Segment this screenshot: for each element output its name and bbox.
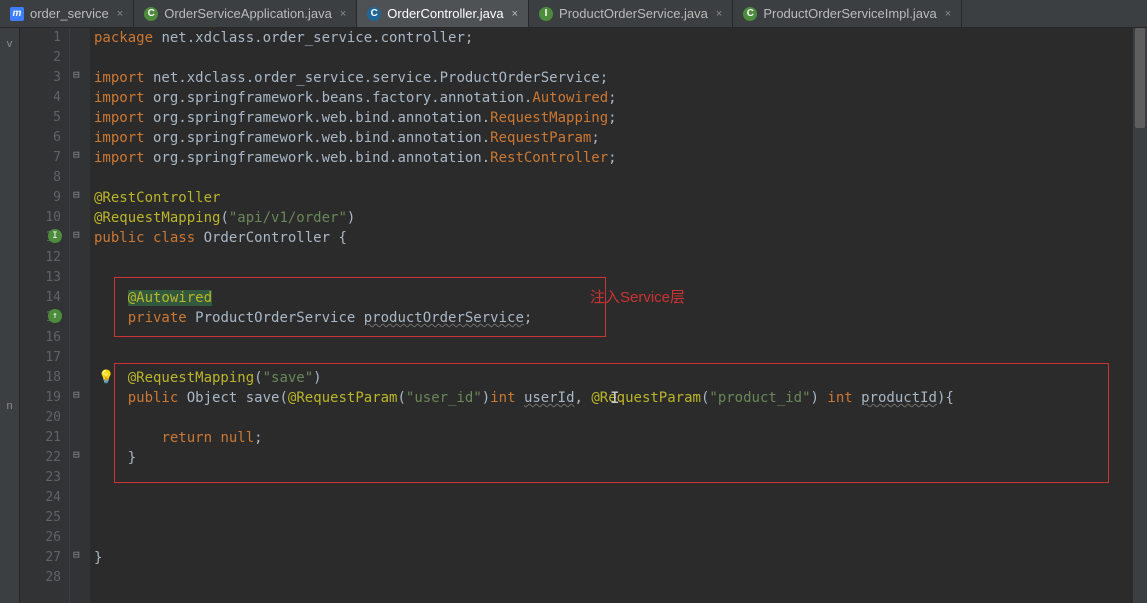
text-cursor-icon: 𝙸: [610, 388, 620, 407]
line-number: 17: [20, 348, 61, 368]
close-icon[interactable]: ×: [512, 8, 518, 20]
code-line: [94, 268, 1129, 288]
code-line: [94, 488, 1129, 508]
line-number: 21: [20, 428, 61, 448]
fold-icon[interactable]: ⊟: [73, 188, 80, 201]
close-icon[interactable]: ×: [716, 8, 722, 20]
line-number: 23: [20, 468, 61, 488]
line-number: 22: [20, 448, 61, 468]
code-line: [94, 408, 1129, 428]
line-number: 18: [20, 368, 61, 388]
class-icon: C: [743, 7, 757, 21]
line-number: 6: [20, 128, 61, 148]
line-number: 3: [20, 68, 61, 88]
sidebar-letter: v: [7, 38, 13, 50]
line-number: 7: [20, 148, 61, 168]
vertical-scrollbar[interactable]: [1133, 28, 1147, 603]
code-line: public class OrderController {: [94, 228, 1129, 248]
line-number: 27: [20, 548, 61, 568]
line-number: 19: [20, 388, 61, 408]
implements-icon: I: [48, 229, 62, 243]
code-line: [94, 348, 1129, 368]
code-editor[interactable]: package net.xdclass.order_service.contro…: [90, 28, 1133, 603]
code-line: [94, 168, 1129, 188]
line-number-gutter[interactable]: 1234567891011121314151617181920212223242…: [20, 28, 70, 603]
tab-service-java[interactable]: I ProductOrderService.java ×: [529, 0, 733, 27]
line-number: 28: [20, 568, 61, 588]
line-number: 9: [20, 188, 61, 208]
interface-icon: I: [539, 7, 553, 21]
code-line: private ProductOrderService productOrder…: [94, 308, 1129, 328]
tab-app-java[interactable]: C OrderServiceApplication.java ×: [134, 0, 357, 27]
tab-order-service[interactable]: m order_service ×: [0, 0, 134, 27]
line-number: 4: [20, 88, 61, 108]
code-line: [94, 248, 1129, 268]
tab-impl-java[interactable]: C ProductOrderServiceImpl.java ×: [733, 0, 962, 27]
code-line: [94, 48, 1129, 68]
fold-icon[interactable]: ⊟: [73, 68, 80, 81]
implements-icon: ↑: [48, 309, 62, 323]
fold-icon[interactable]: ⊟: [73, 448, 80, 461]
gutter-icons: ⊟ ⊟ ⊟ ⊟ ⊟ ⊟ ⊟: [70, 28, 90, 603]
line-number: 24: [20, 488, 61, 508]
line-number: 2: [20, 48, 61, 68]
code-line: import org.springframework.web.bind.anno…: [94, 148, 1129, 168]
sidebar-letter: n: [6, 400, 12, 412]
tab-controller-java[interactable]: C OrderController.java ×: [357, 0, 529, 27]
close-icon[interactable]: ×: [340, 8, 346, 20]
close-icon[interactable]: ×: [945, 8, 951, 20]
line-number: 10: [20, 208, 61, 228]
fold-icon[interactable]: ⊟: [73, 228, 80, 241]
code-line: @RequestMapping("save"): [94, 368, 1129, 388]
close-icon[interactable]: ×: [117, 8, 123, 20]
line-number: 1: [20, 28, 61, 48]
code-line: return null;: [94, 428, 1129, 448]
line-number: 20: [20, 408, 61, 428]
code-line: [94, 508, 1129, 528]
fold-icon[interactable]: ⊟: [73, 148, 80, 161]
code-line: @RestController: [94, 188, 1129, 208]
bulb-icon[interactable]: 💡: [98, 370, 114, 385]
line-number: 16: [20, 328, 61, 348]
class-icon: C: [144, 7, 158, 21]
code-line: [94, 468, 1129, 488]
code-line: [94, 328, 1129, 348]
line-number: 13: [20, 268, 61, 288]
line-number: 14: [20, 288, 61, 308]
code-line: import org.springframework.web.bind.anno…: [94, 108, 1129, 128]
line-number: 25: [20, 508, 61, 528]
code-line: @RequestMapping("api/v1/order"): [94, 208, 1129, 228]
code-line: import org.springframework.web.bind.anno…: [94, 128, 1129, 148]
tab-label: ProductOrderService.java: [559, 6, 708, 21]
tab-label: order_service: [30, 6, 109, 21]
tab-label: ProductOrderServiceImpl.java: [763, 6, 936, 21]
line-number: 12: [20, 248, 61, 268]
code-line: [94, 568, 1129, 588]
fold-icon[interactable]: ⊟: [73, 548, 80, 561]
class-icon: C: [367, 7, 381, 21]
fold-icon[interactable]: ⊟: [73, 388, 80, 401]
line-number: 8: [20, 168, 61, 188]
line-number: 26: [20, 528, 61, 548]
line-number: 5: [20, 108, 61, 128]
scrollbar-thumb[interactable]: [1135, 28, 1145, 128]
tab-label: OrderServiceApplication.java: [164, 6, 332, 21]
editor-area: v n 123456789101112131415161718192021222…: [0, 28, 1147, 603]
tab-bar: m order_service × C OrderServiceApplicat…: [0, 0, 1147, 28]
module-icon: m: [10, 7, 24, 21]
code-line: [94, 528, 1129, 548]
code-line: }: [94, 548, 1129, 568]
code-line: }: [94, 448, 1129, 468]
tool-window-bar: v n: [0, 28, 20, 603]
code-line: package net.xdclass.order_service.contro…: [94, 28, 1129, 48]
tab-label: OrderController.java: [387, 6, 503, 21]
code-line: import org.springframework.beans.factory…: [94, 88, 1129, 108]
code-line: import net.xdclass.order_service.service…: [94, 68, 1129, 88]
annotation-label: 注入Service层: [590, 286, 685, 307]
